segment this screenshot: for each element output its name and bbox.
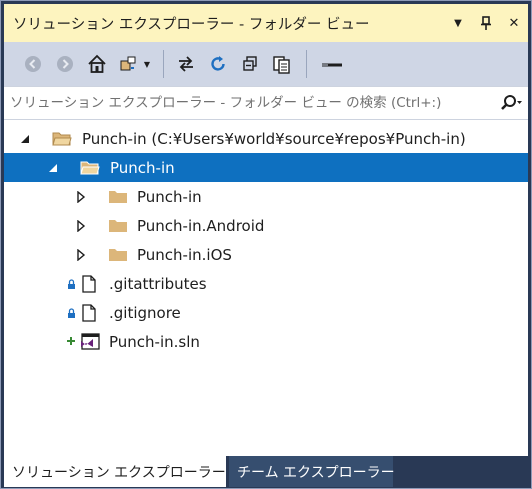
bottom-tab-strip: ソリューション エクスプローラー チーム エクスプローラー [4,456,528,487]
title-bar: ソリューション エクスプローラー - フォルダー ビュー ▼ ✕ [4,4,528,42]
tab-label: ソリューション エクスプローラー [12,464,226,481]
close-icon: ✕ [508,15,520,31]
folder-icon [108,188,128,206]
tree-item-folder[interactable]: Punch-in [4,153,528,182]
back-button[interactable] [18,48,48,80]
tree-item-label: .gitattributes [109,274,207,293]
home-icon [88,54,106,73]
toolbar-separator [163,50,164,78]
tree-item-file[interactable]: Punch-in.sln [4,327,528,356]
folder-icon [108,246,128,264]
tree-item-file[interactable]: .gitignore [4,298,528,327]
add-icon [65,335,77,347]
lock-icon [66,307,76,319]
show-all-files-button[interactable] [267,48,297,80]
forward-icon [57,56,73,72]
solution-explorer-window: ソリューション エクスプローラー - フォルダー ビュー ▼ ✕ ▼ ソリューシ… [0,0,532,489]
collapsed-arrow-icon[interactable] [74,248,88,262]
tab-solution-explorer[interactable]: ソリューション エクスプローラー [4,456,226,487]
tree-item-label: Punch-in.sln [109,332,200,351]
switch-views-icon [120,56,136,71]
sync-icon [179,56,193,72]
close-button[interactable]: ✕ [500,4,528,42]
folder-open-icon [80,159,100,177]
tree-item-label: .gitignore [109,303,181,322]
tree-item-label: Punch-in (C:¥Users¥world¥source¥repos¥Pu… [82,129,466,148]
search-input[interactable] [4,88,494,118]
file-icon [81,274,97,294]
tree-item-subfolder[interactable]: Punch-in.Android [4,211,528,240]
tree-item-label: Punch-in [137,187,202,206]
tree-item-label: Punch-in.Android [137,216,265,235]
expanded-arrow-icon[interactable] [46,161,60,175]
properties-icon [322,63,342,67]
tree-item-label: Punch-in.iOS [137,245,232,264]
tree-item-file[interactable]: .gitattributes [4,269,528,298]
expanded-arrow-icon[interactable] [18,132,32,146]
show-all-files-icon [273,56,290,74]
tree-item-label: Punch-in [110,158,175,177]
folder-open-icon [52,130,72,148]
back-icon [25,56,41,72]
lock-icon [66,278,76,290]
toolbar: ▼ [4,42,528,86]
refresh-icon [211,56,225,71]
sync-button[interactable] [171,48,201,80]
properties-button[interactable] [314,48,350,80]
solution-file-icon [78,332,100,352]
tab-team-explorer[interactable]: チーム エクスプローラー [229,456,395,487]
collapse-all-button[interactable] [235,48,265,80]
switch-views-button[interactable]: ▼ [114,48,154,80]
search-bar [4,86,528,120]
pin-button[interactable] [472,4,500,42]
window-options-dropdown[interactable]: ▼ [444,4,472,42]
tree-item-subfolder[interactable]: Punch-in.iOS [4,240,528,269]
collapsed-arrow-icon[interactable] [74,190,88,204]
forward-button[interactable] [50,48,80,80]
folder-icon [108,217,128,235]
toolbar-separator [306,50,307,78]
tree-item-root[interactable]: Punch-in (C:¥Users¥world¥source¥repos¥Pu… [4,124,528,153]
tab-label: チーム エクスプローラー [237,464,395,481]
home-button[interactable] [82,48,112,80]
tree-item-subfolder[interactable]: Punch-in [4,182,528,211]
collapse-all-icon [243,56,257,71]
collapsed-arrow-icon[interactable] [74,219,88,233]
refresh-button[interactable] [203,48,233,80]
search-button[interactable] [494,88,528,118]
solution-tree: Punch-in (C:¥Users¥world¥source¥repos¥Pu… [4,120,528,456]
window-title: ソリューション エクスプローラー - フォルダー ビュー [13,16,370,33]
chevron-down-icon: ▼ [143,59,151,69]
pin-icon [481,16,491,30]
search-icon [501,95,522,110]
chevron-down-icon: ▼ [454,17,462,29]
file-icon [81,303,97,323]
